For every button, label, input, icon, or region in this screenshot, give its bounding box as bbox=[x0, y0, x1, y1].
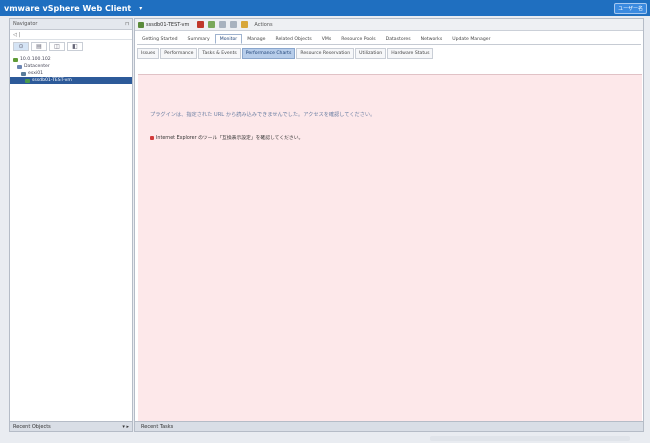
plugin-hint-text: Internet Explorer のツール「互換表示設定」を確認してください。 bbox=[156, 136, 304, 141]
tree-item-label: Datacenter bbox=[24, 64, 50, 69]
secondary-tab[interactable]: Issues bbox=[137, 48, 160, 59]
app-title: vmware vSphere Web Client bbox=[4, 3, 132, 13]
primary-tab[interactable]: Summary bbox=[183, 34, 215, 44]
primary-tab[interactable]: VMs bbox=[317, 34, 337, 44]
tree-item[interactable]: esxi01 bbox=[10, 70, 132, 77]
tree-item-label: 10.0.100.102 bbox=[20, 57, 51, 62]
secondary-tab[interactable]: Tasks & Events bbox=[198, 48, 241, 59]
primary-tab[interactable]: Resource Pools bbox=[336, 34, 380, 44]
recent-objects-bar[interactable]: Recent Objects ▾ ▸ bbox=[9, 421, 133, 432]
primary-tab[interactable]: Update Manager bbox=[447, 34, 495, 44]
warning-icon bbox=[150, 135, 154, 140]
datacenter-icon bbox=[17, 64, 22, 69]
host-icon bbox=[21, 71, 26, 76]
primary-tab[interactable]: Monitor bbox=[214, 34, 243, 44]
vms-templates-tab[interactable]: ▤ bbox=[31, 42, 47, 51]
user-menu[interactable]: ユーザー名 bbox=[614, 2, 647, 14]
navigator-title: Navigator bbox=[13, 21, 38, 27]
top-bar: vmware vSphere Web Client ▾ ユーザー名 bbox=[0, 0, 650, 16]
secondary-tab[interactable]: Performance bbox=[160, 48, 198, 59]
recent-tasks-bar[interactable]: Recent Tasks bbox=[134, 421, 644, 432]
recent-objects-label: Recent Objects bbox=[13, 423, 51, 430]
tree-item[interactable]: 10.0.100.102 bbox=[10, 56, 132, 63]
secondary-tab[interactable]: Performance Charts bbox=[241, 48, 296, 59]
inventory-tree: 10.0.100.102 Datacenter esxi01 sssdb01-TEST… bbox=[10, 54, 132, 86]
object-header: sssdb01-TEST-vm Actions bbox=[135, 19, 643, 31]
primary-tabs: Getting Started Summary Monitor Manage Relat… bbox=[137, 34, 641, 45]
primary-tab[interactable]: Manage bbox=[242, 34, 270, 44]
tree-item-label: sssdb01-TEST-vm bbox=[32, 78, 72, 83]
pin-icon[interactable]: ⊓ bbox=[125, 21, 129, 27]
dropdown-icon[interactable]: ▾ bbox=[139, 5, 142, 12]
primary-tab[interactable]: Datastores bbox=[381, 34, 416, 44]
content-area: プラグインは、指定された URL から読み込みできませんでした。アクセスを確認し… bbox=[138, 74, 642, 426]
primary-tab[interactable]: Getting Started bbox=[137, 34, 183, 44]
tree-item-label: esxi01 bbox=[28, 71, 44, 76]
horizontal-scrollbar[interactable] bbox=[430, 436, 630, 441]
object-name: sssdb01-TEST-vm bbox=[146, 21, 190, 28]
secondary-tabs: Issues Performance Tasks & Events Performan… bbox=[137, 48, 641, 59]
tree-item[interactable]: Datacenter bbox=[10, 63, 132, 70]
networking-tab[interactable]: ◧ bbox=[67, 42, 83, 51]
secondary-tab[interactable]: Utilization bbox=[355, 48, 387, 59]
secondary-tab[interactable]: Resource Reservation bbox=[296, 48, 355, 59]
power-on-icon[interactable] bbox=[208, 21, 216, 28]
primary-tab[interactable]: Related Objects bbox=[270, 34, 316, 44]
navigator-panel: Navigator ⊓ ◁ | ⊙ ▤ ◫ ◧ 10.0.100.102 Data… bbox=[9, 18, 133, 428]
power-off-icon[interactable] bbox=[197, 21, 205, 28]
minimize-icon[interactable]: ▾ ▸ bbox=[122, 424, 129, 430]
actions-menu[interactable]: Actions bbox=[254, 22, 272, 28]
storage-tab[interactable]: ◫ bbox=[49, 42, 65, 51]
tree-item[interactable]: sssdb01-TEST-vm bbox=[10, 77, 132, 84]
console-icon[interactable] bbox=[230, 21, 238, 28]
vm-icon bbox=[138, 21, 144, 28]
navigator-header: Navigator ⊓ bbox=[10, 19, 132, 30]
recent-tasks-label: Recent Tasks bbox=[141, 423, 174, 430]
vcenter-icon bbox=[13, 57, 18, 62]
primary-tab[interactable]: Networks bbox=[416, 34, 448, 44]
hosts-clusters-tab[interactable]: ⊙ bbox=[13, 42, 29, 51]
vm-icon bbox=[25, 78, 30, 83]
secondary-tab[interactable]: Hardware Status bbox=[387, 48, 434, 59]
back-button[interactable]: ◁ | bbox=[10, 30, 132, 40]
suspend-icon[interactable] bbox=[219, 21, 227, 28]
plugin-hint: Internet Explorer のツール「互換表示設定」を確認してください。 bbox=[150, 134, 303, 141]
main-panel: sssdb01-TEST-vm Actions Getting Started S… bbox=[134, 18, 644, 428]
navigator-tabs: ⊙ ▤ ◫ ◧ bbox=[13, 42, 129, 53]
snapshot-icon[interactable] bbox=[241, 21, 249, 28]
plugin-error-message: プラグインは、指定された URL から読み込みできませんでした。アクセスを確認し… bbox=[150, 112, 376, 118]
